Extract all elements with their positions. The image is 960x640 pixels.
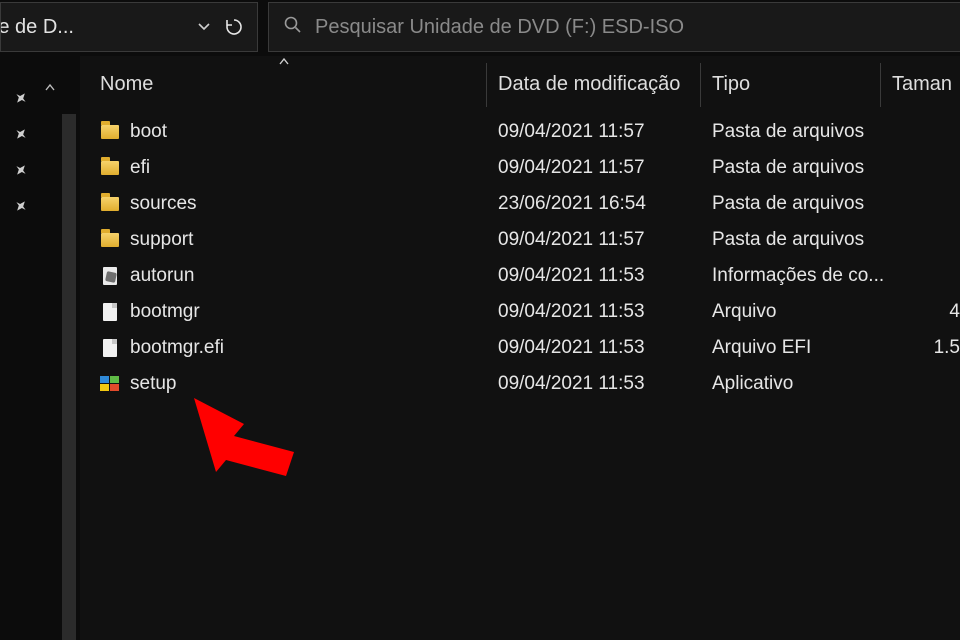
file-type: Pasta de arquivos: [712, 121, 892, 143]
config-file-icon: [100, 266, 120, 286]
column-header-size[interactable]: Taman: [892, 73, 960, 96]
file-type: Pasta de arquivos: [712, 193, 892, 215]
file-date: 23/06/2021 16:54: [498, 193, 712, 215]
file-row[interactable]: support 09/04/2021 11:57 Pasta de arquiv…: [80, 222, 960, 258]
file-name: sources: [130, 193, 197, 215]
file-name: boot: [130, 121, 167, 143]
file-type: Informações de co...: [712, 265, 892, 287]
address-path: dade de D...: [0, 16, 187, 39]
file-date: 09/04/2021 11:53: [498, 301, 712, 323]
file-type: Arquivo: [712, 301, 892, 323]
column-header-type[interactable]: Tipo: [712, 73, 892, 96]
folder-icon: [100, 158, 120, 178]
file-name: bootmgr.efi: [130, 337, 224, 359]
file-name: bootmgr: [130, 301, 200, 323]
file-size: 4: [892, 301, 960, 323]
search-box[interactable]: Pesquisar Unidade de DVD (F:) ESD-ISO: [268, 2, 960, 52]
annotation-arrow-icon: [186, 390, 306, 480]
file-row[interactable]: setup 09/04/2021 11:53 Aplicativo: [80, 366, 960, 402]
file-row[interactable]: bootmgr 09/04/2021 11:53 Arquivo 4: [80, 294, 960, 330]
file-row[interactable]: autorun 09/04/2021 11:53 Informações de …: [80, 258, 960, 294]
file-rows: boot 09/04/2021 11:57 Pasta de arquivos …: [80, 108, 960, 402]
file-type: Pasta de arquivos: [712, 229, 892, 251]
file-date: 09/04/2021 11:57: [498, 121, 712, 143]
file-name: support: [130, 229, 193, 251]
sort-indicator-icon: [278, 56, 290, 71]
toolbar: dade de D... Pesquisar Unidade de DVD (F…: [0, 0, 960, 56]
folder-icon: [100, 230, 120, 250]
file-type: Pasta de arquivos: [712, 157, 892, 179]
file-name: autorun: [130, 265, 194, 287]
file-date: 09/04/2021 11:53: [498, 337, 712, 359]
pin-icon[interactable]: [0, 116, 42, 152]
quick-access-column: [0, 56, 42, 640]
file-date: 09/04/2021 11:57: [498, 229, 712, 251]
folder-icon: [100, 122, 120, 142]
search-placeholder: Pesquisar Unidade de DVD (F:) ESD-ISO: [315, 16, 684, 39]
nav-scrollbar[interactable]: [58, 56, 80, 640]
tree-expand-icon[interactable]: [42, 56, 58, 640]
application-icon: [100, 374, 120, 394]
folder-icon: [100, 194, 120, 214]
file-row[interactable]: sources 23/06/2021 16:54 Pasta de arquiv…: [80, 186, 960, 222]
file-name: efi: [130, 157, 150, 179]
explorer-body: Nome Data de modificação Tipo Taman boot…: [0, 56, 960, 640]
pin-icon[interactable]: [0, 152, 42, 188]
pin-icon[interactable]: [0, 188, 42, 224]
address-bar[interactable]: dade de D...: [0, 2, 258, 52]
address-dropdown-icon[interactable]: [197, 19, 213, 36]
file-type: Arquivo EFI: [712, 337, 892, 359]
refresh-button[interactable]: [223, 16, 245, 38]
file-row[interactable]: efi 09/04/2021 11:57 Pasta de arquivos: [80, 150, 960, 186]
column-header-row: Nome Data de modificação Tipo Taman: [80, 60, 960, 108]
file-icon: [100, 302, 120, 322]
file-date: 09/04/2021 11:57: [498, 157, 712, 179]
column-header-name[interactable]: Nome: [100, 73, 498, 96]
file-date: 09/04/2021 11:53: [498, 265, 712, 287]
file-list-pane: Nome Data de modificação Tipo Taman boot…: [80, 56, 960, 640]
pin-icon[interactable]: [0, 80, 42, 116]
search-icon: [283, 15, 303, 40]
column-header-date[interactable]: Data de modificação: [498, 73, 712, 96]
file-date: 09/04/2021 11:53: [498, 373, 712, 395]
file-icon: [100, 338, 120, 358]
file-type: Aplicativo: [712, 373, 892, 395]
file-row[interactable]: bootmgr.efi 09/04/2021 11:53 Arquivo EFI…: [80, 330, 960, 366]
nav-scrollbar-thumb[interactable]: [62, 114, 76, 640]
file-name: setup: [130, 373, 176, 395]
file-row[interactable]: boot 09/04/2021 11:57 Pasta de arquivos: [80, 114, 960, 150]
file-size: 1.5: [892, 337, 960, 359]
